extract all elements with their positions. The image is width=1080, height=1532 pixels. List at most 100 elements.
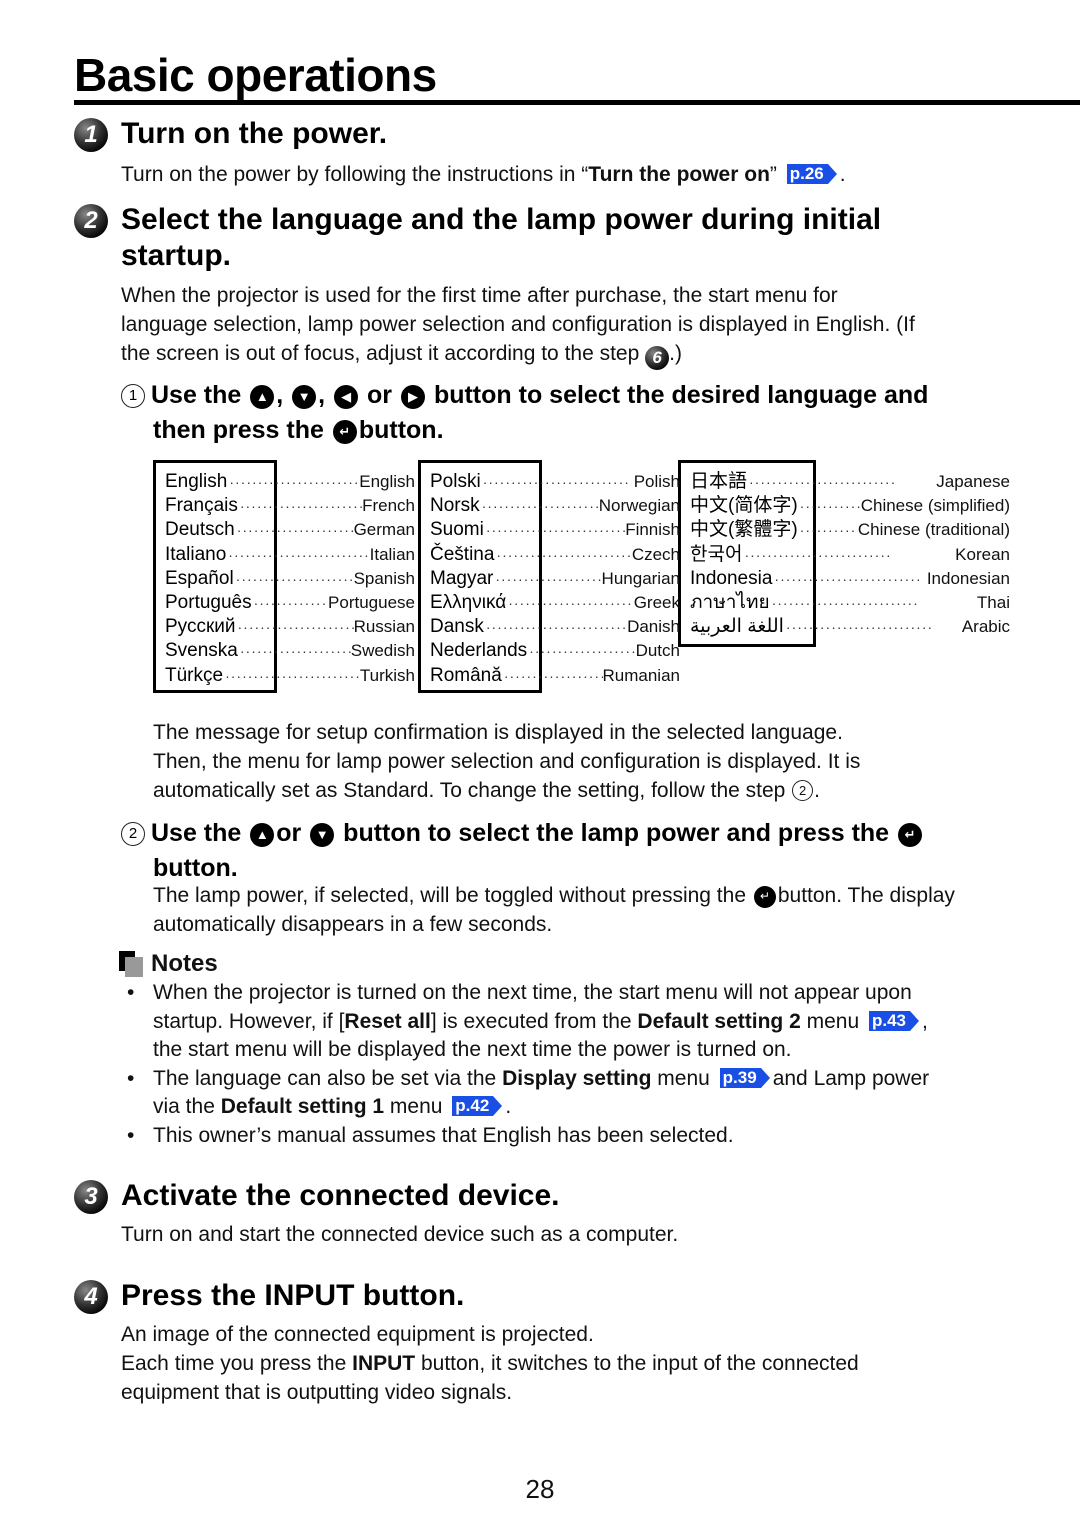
page-ref-link-43[interactable]: p.43 xyxy=(869,1010,920,1031)
leader-dots: ·························· xyxy=(235,570,354,587)
language-english-name: Korean xyxy=(955,544,1010,564)
step-1-heading: 1 Turn on the power. xyxy=(74,116,387,152)
language-row: 한국어 ·························· Korean xyxy=(690,543,1010,567)
leader-dots: ·························· xyxy=(799,498,861,515)
page-title: Basic operations xyxy=(74,49,437,101)
text: , xyxy=(922,1009,928,1033)
language-english-name: Indonesian xyxy=(926,568,1010,588)
sub-step-1-heading: 1 Use the ▲, ▼, ◀ or ▶ button to select t… xyxy=(121,378,1021,448)
language-english-name: Thai xyxy=(976,593,1010,613)
text: Turn on the power by following the instr… xyxy=(121,163,589,186)
language-english-name: Czech xyxy=(631,544,680,564)
language-row: English··························English xyxy=(165,470,415,494)
text-line: The message for setup confirmation is di… xyxy=(153,721,843,744)
language-native-name: Français xyxy=(165,495,238,517)
circled-2-icon: 2 xyxy=(792,780,814,801)
step-2-intro: When the projector is used for the first… xyxy=(121,281,1021,370)
language-row: Indonesia ·························· Indon… xyxy=(690,567,1010,591)
left-arrow-button-icon: ◀ xyxy=(334,384,359,409)
reset-all-ref: Reset all xyxy=(344,1009,431,1033)
page-ref-link-42[interactable]: p.42 xyxy=(452,1096,503,1116)
text: . xyxy=(505,1095,512,1118)
language-native-name: Română xyxy=(430,664,502,686)
step-3-heading: 3 Activate the connected device. xyxy=(74,1178,560,1214)
input-button-ref: INPUT xyxy=(352,1352,416,1375)
text: The language can also be set via the xyxy=(153,1066,503,1090)
language-english-name: Norwegian xyxy=(598,496,680,516)
text: button to select the lamp power and pres… xyxy=(343,819,890,847)
leader-dots: ·························· xyxy=(799,522,858,539)
text-line: The language can also be set via the Dis… xyxy=(153,1065,1021,1094)
text: button. xyxy=(358,416,444,444)
enter-button-icon: ↵ xyxy=(332,419,357,444)
notes-icon xyxy=(119,951,145,977)
language-row: Polski ·························· Polish xyxy=(430,470,680,494)
display-setting-ref: Display setting xyxy=(502,1066,652,1090)
step-3-title: Activate the connected device. xyxy=(121,1179,560,1212)
leader-dots: ·························· xyxy=(774,570,922,587)
language-native-name: Nederlands xyxy=(430,640,528,662)
text: button, it switches to the input of the … xyxy=(415,1352,859,1375)
step-1-text: Turn on the power by following the instr… xyxy=(121,160,846,189)
language-english-name: Finnish xyxy=(625,520,680,540)
language-native-name: Suomi xyxy=(430,519,484,541)
text: . xyxy=(814,779,821,802)
language-row: Português··························Portu… xyxy=(165,591,415,615)
language-english-name: Chinese (traditional) xyxy=(857,520,1010,540)
step-2-title-line: startup. xyxy=(121,239,232,272)
text-line: the screen is out of focus, adjust it ac… xyxy=(121,339,1021,370)
text-line: language selection, lamp power selection… xyxy=(121,313,915,336)
text: button. The display xyxy=(777,884,955,907)
leader-dots: ·························· xyxy=(228,546,370,563)
notes-list: When the projector is turned on the next… xyxy=(121,979,1021,1150)
language-native-name: Norsk xyxy=(430,495,480,517)
text-line: When the projector is turned on the next… xyxy=(153,981,912,1004)
circled-1-icon: 1 xyxy=(121,383,145,408)
step-2-heading: 2 Select the language and the lamp power… xyxy=(74,202,881,274)
language-row: 中文(简体字)··························Chinese… xyxy=(690,494,1010,518)
step-4-text: An image of the connected equipment is p… xyxy=(121,1320,1021,1407)
language-english-name: Portuguese xyxy=(328,593,415,613)
text-line: the start menu will be displayed the nex… xyxy=(153,1038,792,1061)
language-row: 日本語 ·························· Japanese xyxy=(690,470,1010,494)
leader-dots: ·························· xyxy=(508,595,633,612)
step-3-text: Turn on and start the connected device s… xyxy=(121,1223,679,1246)
text-line: The lamp power, if selected, will be tog… xyxy=(153,881,1033,910)
language-row: Norsk··························Norwegian xyxy=(430,494,680,518)
text: menu xyxy=(800,1009,860,1033)
step-number-2-icon: 2 xyxy=(74,204,108,238)
step-4-title: Press the INPUT button. xyxy=(121,1279,465,1312)
leader-dots: ·························· xyxy=(239,643,351,660)
text: ] is executed from the xyxy=(430,1009,638,1033)
language-english-name: Spanish xyxy=(353,568,415,588)
language-native-name: Italiano xyxy=(165,543,227,565)
text: the screen is out of focus, adjust it ac… xyxy=(121,342,640,365)
language-native-name: Čeština xyxy=(430,543,495,565)
language-row: Deutsch··························German xyxy=(165,518,415,542)
text: automatically set as Standard. To change… xyxy=(153,779,786,802)
language-english-name: English xyxy=(359,472,415,491)
language-row: Română··························Rumanian xyxy=(430,664,680,688)
language-english-name: Polish xyxy=(633,472,680,491)
language-native-name: Polski xyxy=(430,471,481,492)
step-4-heading: 4 Press the INPUT button. xyxy=(74,1278,464,1314)
text-line: via the Default setting 1 menu p.42. xyxy=(153,1093,1021,1122)
language-native-name: ภาษาไทย xyxy=(690,592,770,614)
text: then press the xyxy=(153,416,324,444)
text: menu xyxy=(384,1095,443,1118)
right-arrow-button-icon: ▶ xyxy=(400,384,425,409)
leader-dots: ·························· xyxy=(225,667,360,684)
language-english-name: Chinese (simplified) xyxy=(860,496,1010,516)
language-native-name: Português xyxy=(165,592,252,614)
leader-dots: ·························· xyxy=(744,546,892,563)
page-ref-link-26[interactable]: p.26 xyxy=(786,164,837,184)
language-english-name: Dutch xyxy=(635,641,680,661)
leader-dots: ·························· xyxy=(482,474,630,490)
language-english-name: German xyxy=(353,520,415,540)
leader-dots: ·························· xyxy=(785,619,934,636)
page-ref-link-39[interactable]: p.39 xyxy=(719,1067,770,1088)
language-english-name: Arabic xyxy=(961,617,1010,637)
text: and Lamp power xyxy=(772,1066,930,1090)
language-row: Svenska··························Swedish xyxy=(165,639,415,663)
text-line: startup. However, if [Reset all] is exec… xyxy=(153,1008,1021,1037)
